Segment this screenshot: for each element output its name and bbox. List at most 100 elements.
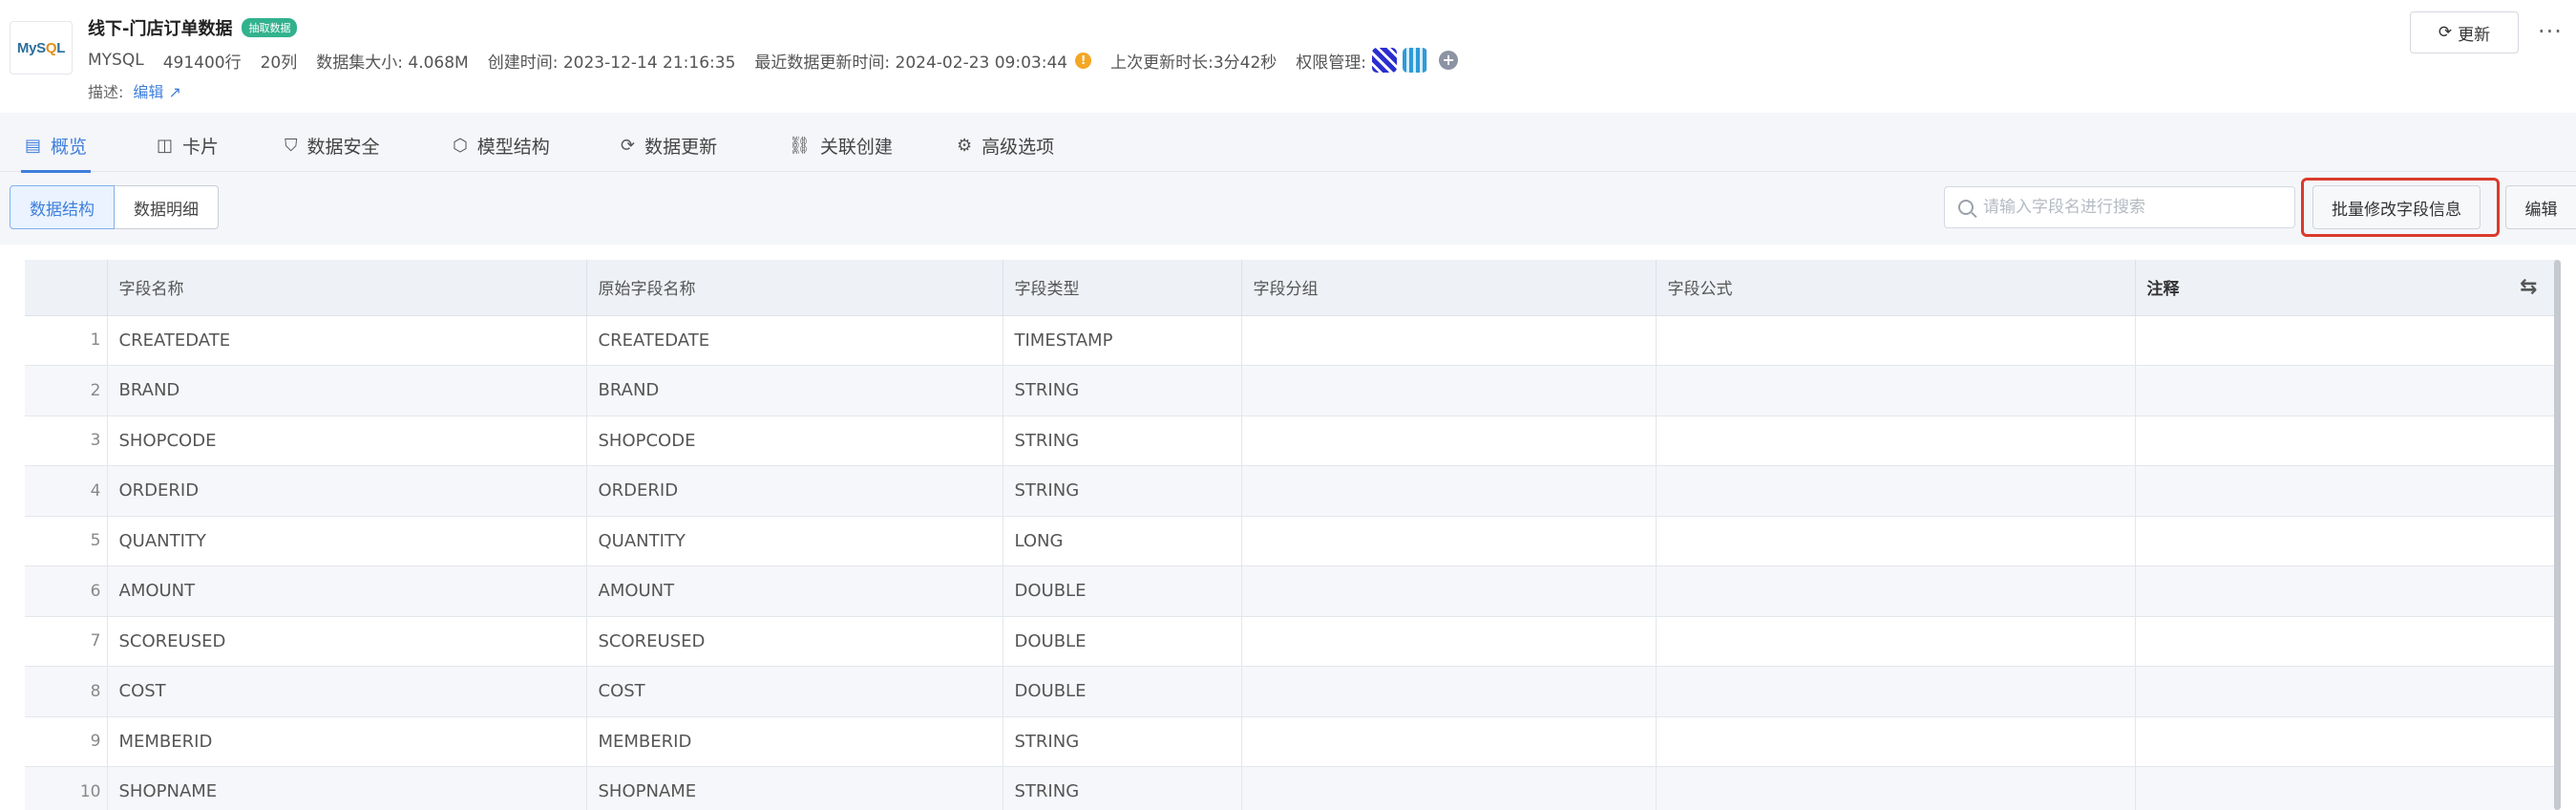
tab-model-structure[interactable]: ⬡ 模型结构 [453, 118, 550, 172]
field-name-cell[interactable]: MEMBERID [107, 716, 587, 767]
field-type-cell[interactable]: DOUBLE [1003, 616, 1242, 667]
original-name-cell: COST [586, 666, 1003, 717]
dataset-size: 数据集大小: 4.068M [316, 53, 469, 73]
field-formula-cell [1656, 616, 2136, 667]
batch-edit-fields-button[interactable]: 批量修改字段信息 [2312, 185, 2481, 229]
field-name-cell[interactable]: QUANTITY [107, 516, 587, 566]
field-type-cell[interactable]: LONG [1003, 516, 1242, 566]
table-scrollbar[interactable] [2554, 260, 2561, 810]
description-edit-link[interactable]: 编辑 ↗ [133, 79, 181, 102]
tab-data-security[interactable]: ⛉ 数据安全 [285, 118, 380, 172]
search-input[interactable] [1983, 198, 2289, 217]
view-switch: 数据结构 数据明细 [10, 185, 219, 229]
field-type-cell[interactable]: DOUBLE [1003, 565, 1242, 617]
comment-cell[interactable] [2135, 616, 2556, 667]
row-count: 491400行 [162, 53, 242, 73]
overview-icon: ▤ [25, 135, 42, 156]
field-type-cell[interactable]: STRING [1003, 465, 1242, 517]
col-original-name: 原始字段名称 [586, 260, 1003, 316]
tab-card[interactable]: ◫ 卡片 [157, 118, 219, 172]
field-formula-cell [1656, 516, 2136, 566]
view-detail-button[interactable]: 数据明细 [115, 185, 219, 229]
field-name-cell[interactable]: SCOREUSED [107, 616, 587, 667]
field-group-cell[interactable] [1241, 616, 1657, 667]
field-name-cell[interactable]: CREATEDATE [107, 315, 587, 366]
page-title: 线下-门店订单数据 [88, 19, 233, 39]
comment-cell[interactable] [2135, 766, 2556, 810]
warning-icon[interactable]: ! [1075, 52, 1092, 69]
tab-relation-create[interactable]: ⛓ 关联创建 [789, 118, 893, 172]
refresh-icon[interactable]: ⇆ [2520, 275, 2537, 299]
table-row[interactable]: 10 SHOPNAME SHOPNAME STRING [25, 766, 2556, 810]
comment-cell[interactable] [2135, 365, 2556, 416]
field-formula-cell [1656, 315, 2136, 366]
field-group-cell[interactable] [1241, 416, 1657, 466]
field-type-cell[interactable]: TIMESTAMP [1003, 315, 1242, 366]
comment-cell[interactable] [2135, 565, 2556, 617]
created-time: 创建时间: 2023-12-14 21:16:35 [487, 53, 736, 73]
field-group-cell[interactable] [1241, 465, 1657, 517]
view-structure-button[interactable]: 数据结构 [10, 185, 115, 229]
table-row[interactable]: 9 MEMBERID MEMBERID STRING [25, 716, 2556, 767]
col-field-type: 字段类型 [1003, 260, 1242, 316]
table-row[interactable]: 3 SHOPCODE SHOPCODE STRING [25, 416, 2556, 466]
avatar[interactable] [1403, 48, 1428, 73]
field-type-cell[interactable]: STRING [1003, 416, 1242, 466]
field-table: 字段名称 原始字段名称 字段类型 字段分组 字段公式 注释 ⇆ 1 CREATEDA… [25, 260, 2556, 810]
update-button[interactable]: ⟳ 更新 [2410, 11, 2519, 53]
original-name-cell: SHOPNAME [586, 766, 1003, 810]
field-group-cell[interactable] [1241, 565, 1657, 617]
original-name-cell: SHOPCODE [586, 416, 1003, 466]
field-formula-cell [1656, 666, 2136, 717]
field-name-cell[interactable]: SHOPCODE [107, 416, 587, 466]
tab-overview[interactable]: ▤ 概览 [20, 118, 92, 173]
refresh-icon: ⟳ [621, 135, 636, 156]
comment-cell[interactable] [2135, 516, 2556, 566]
comment-cell[interactable] [2135, 465, 2556, 517]
field-group-cell[interactable] [1241, 716, 1657, 767]
tab-bar: ▤ 概览 ◫ 卡片 ⛉ 数据安全 ⬡ 模型结构 ⟳ 数据更新 ⛓ 关联创建 ⚙ 高级选项 [0, 118, 2576, 173]
table-header-row: 字段名称 原始字段名称 字段类型 字段分组 字段公式 注释 ⇆ [25, 260, 2556, 316]
table-row[interactable]: 8 COST COST DOUBLE [25, 666, 2556, 717]
field-name-cell[interactable]: AMOUNT [107, 565, 587, 617]
field-group-cell[interactable] [1241, 766, 1657, 810]
tab-data-update[interactable]: ⟳ 数据更新 [621, 118, 717, 172]
field-group-cell[interactable] [1241, 516, 1657, 566]
cube-icon: ⬡ [453, 135, 468, 156]
db-type: MYSQL [88, 51, 144, 70]
field-name-cell[interactable]: ORDERID [107, 465, 587, 517]
field-group-cell[interactable] [1241, 365, 1657, 416]
table-row[interactable]: 1 CREATEDATE CREATEDATE TIMESTAMP [25, 315, 2556, 366]
field-group-cell[interactable] [1241, 315, 1657, 366]
field-type-cell[interactable]: DOUBLE [1003, 666, 1242, 717]
table-row[interactable]: 7 SCOREUSED SCOREUSED DOUBLE [25, 616, 2556, 667]
add-permission-icon[interactable]: + [1439, 51, 1459, 70]
original-name-cell: MEMBERID [586, 716, 1003, 767]
field-table-panel: 字段名称 原始字段名称 字段类型 字段分组 字段公式 注释 ⇆ 1 CREATEDA… [0, 245, 2576, 810]
field-name-cell[interactable]: COST [107, 666, 587, 717]
field-formula-cell [1656, 716, 2136, 767]
table-row[interactable]: 4 ORDERID ORDERID STRING [25, 465, 2556, 517]
avatar[interactable] [1372, 48, 1398, 73]
field-type-cell[interactable]: STRING [1003, 716, 1242, 767]
table-row[interactable]: 6 AMOUNT AMOUNT DOUBLE [25, 565, 2556, 617]
col-field-group: 字段分组 [1241, 260, 1657, 316]
original-name-cell: SCOREUSED [586, 616, 1003, 667]
comment-cell[interactable] [2135, 666, 2556, 717]
permission-manage: 权限管理: + [1296, 48, 1459, 73]
more-options-icon[interactable]: ··· [2534, 15, 2566, 48]
comment-cell[interactable] [2135, 716, 2556, 767]
field-name-cell[interactable]: BRAND [107, 365, 587, 416]
comment-cell[interactable] [2135, 416, 2556, 466]
field-group-cell[interactable] [1241, 666, 1657, 717]
meta-row: MYSQL 491400行 20列 数据集大小: 4.068M 创建时间: 20… [88, 48, 1466, 73]
table-row[interactable]: 2 BRAND BRAND STRING [25, 365, 2556, 416]
field-type-cell[interactable]: STRING [1003, 766, 1242, 810]
comment-cell[interactable] [2135, 315, 2556, 366]
field-type-cell[interactable]: STRING [1003, 365, 1242, 416]
field-name-cell[interactable]: SHOPNAME [107, 766, 587, 810]
shield-icon: ⛉ [285, 135, 298, 156]
table-row[interactable]: 5 QUANTITY QUANTITY LONG [25, 516, 2556, 566]
edit-button[interactable]: 编辑 [2505, 185, 2576, 229]
tab-advanced-options[interactable]: ⚙ 高级选项 [957, 118, 1054, 172]
